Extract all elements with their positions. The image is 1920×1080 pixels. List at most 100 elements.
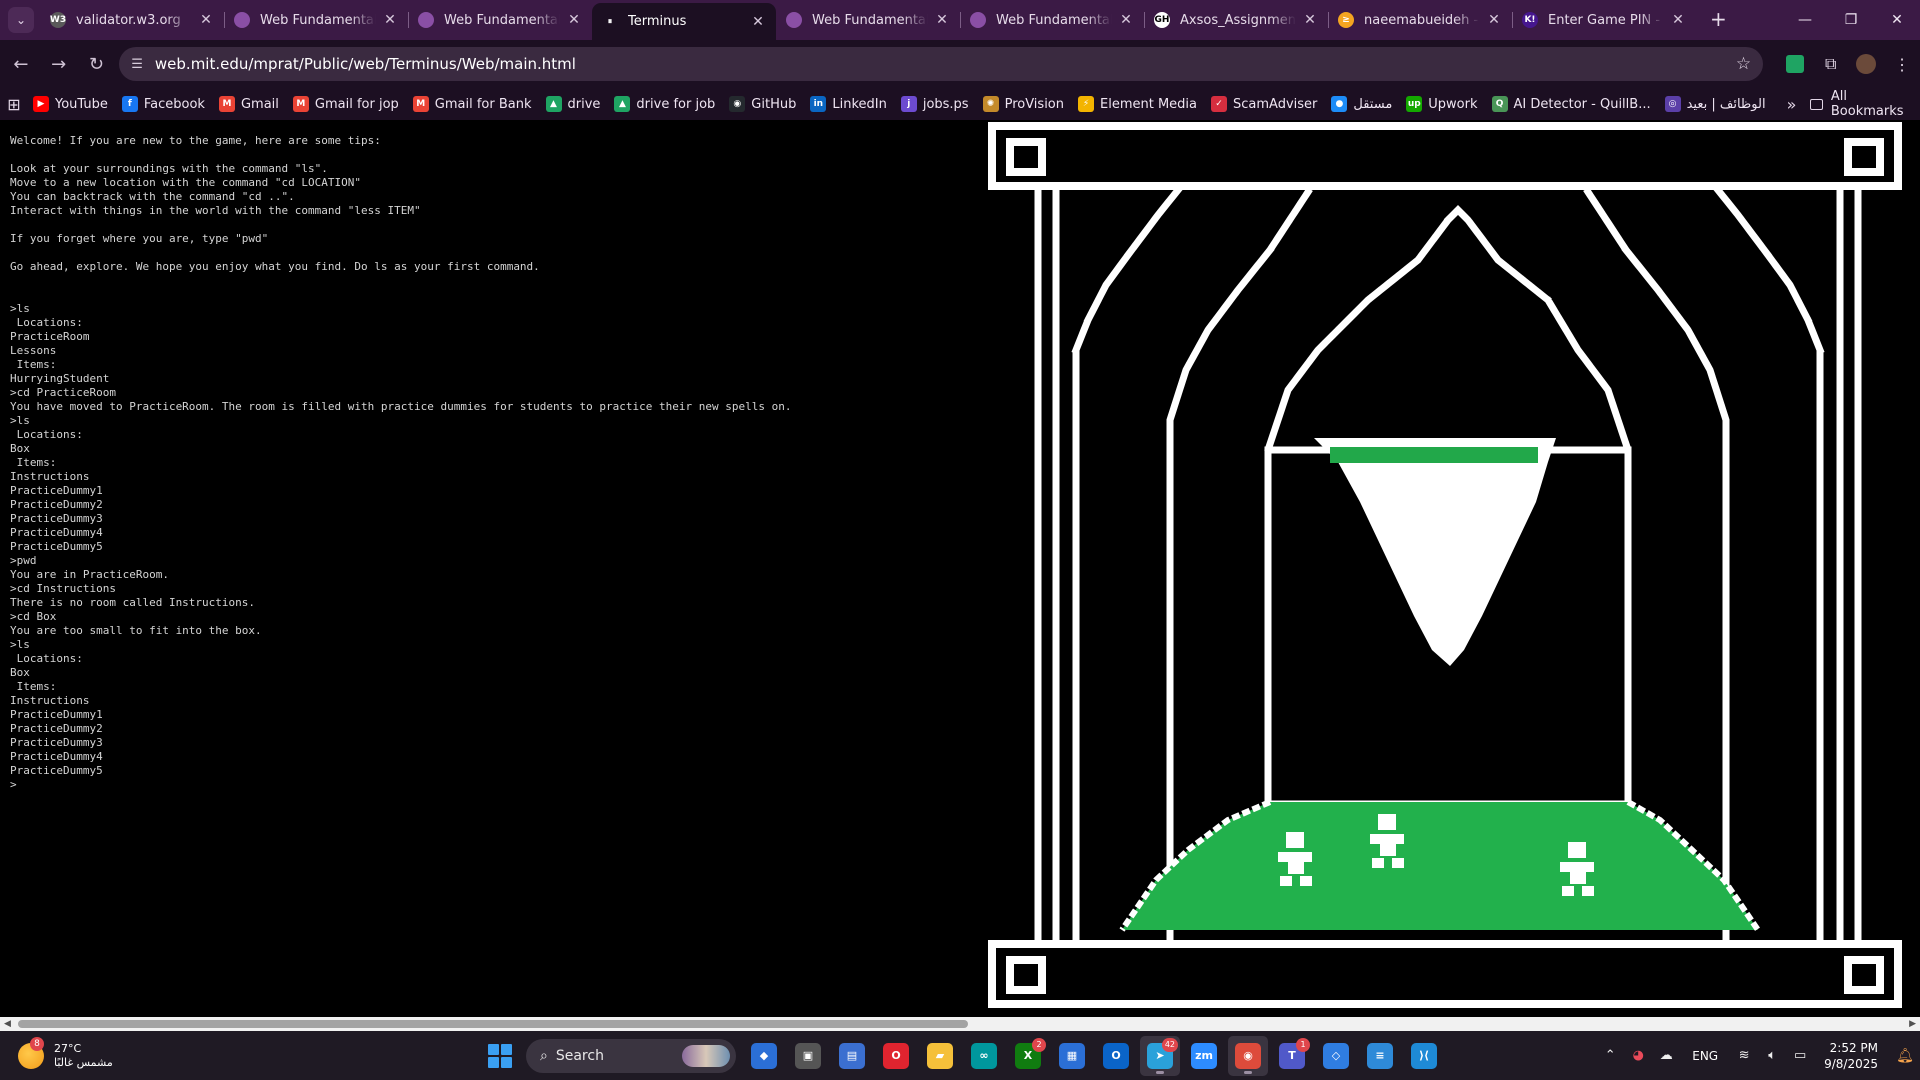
new-tab-button[interactable]: +	[1710, 7, 1727, 31]
profile-avatar[interactable]	[1849, 47, 1885, 81]
store-app-icon[interactable]: ▦	[1052, 1036, 1092, 1076]
tab-0[interactable]: W3 validator.w3.org ✕	[40, 3, 224, 37]
copilot-app-icon[interactable]: ◆	[744, 1036, 784, 1076]
apps-grid-icon[interactable]: ⊞	[2, 95, 26, 114]
tab-4[interactable]: Web Fundamentals o ✕	[776, 3, 960, 37]
minimize-button[interactable]: —	[1782, 0, 1828, 40]
tab-close-icon[interactable]: ✕	[1302, 12, 1318, 28]
bookmark-item[interactable]: up Upwork	[1399, 90, 1484, 118]
menu-kebab-icon[interactable]: ⋮	[1884, 47, 1920, 81]
zoom-app-icon[interactable]: zm	[1184, 1036, 1224, 1076]
tab-1[interactable]: Web Fundamentals o ✕	[224, 3, 408, 37]
opera-app-icon[interactable]: O	[876, 1036, 916, 1076]
tab-close-icon[interactable]: ✕	[382, 12, 398, 28]
git-app-icon[interactable]: ◇	[1316, 1036, 1356, 1076]
notification-bell-icon[interactable]: 🔔︎	[1890, 1048, 1920, 1064]
start-button[interactable]	[480, 1036, 520, 1076]
bookmark-item[interactable]: ✓ ScamAdviser	[1204, 90, 1324, 118]
scroll-left-icon[interactable]: ◀	[4, 1019, 11, 1029]
extensions-icon[interactable]: ⧉	[1813, 47, 1849, 81]
scroll-right-icon[interactable]: ▶	[1909, 1019, 1916, 1029]
restore-button[interactable]: ❐	[1828, 0, 1874, 40]
tab-close-icon[interactable]: ✕	[1670, 12, 1686, 28]
terminal-output[interactable]: Welcome! If you are new to the game, her…	[10, 134, 980, 792]
bookmark-item[interactable]: ◉ GitHub	[722, 90, 803, 118]
tab-favicon-icon	[970, 12, 986, 28]
bottom-left-corner-ornament	[1006, 956, 1046, 994]
chevron-up-icon[interactable]: ⌃	[1596, 1048, 1624, 1063]
taskbar-search[interactable]: ⌕ Search	[526, 1038, 736, 1073]
reload-button[interactable]: ↻	[80, 47, 114, 81]
terminal-line: You are too small to fit into the box.	[10, 624, 262, 637]
forward-button[interactable]: →	[42, 47, 76, 81]
tab-close-icon[interactable]: ✕	[1118, 12, 1134, 28]
app-tray-icon[interactable]: ◕	[1624, 1048, 1652, 1063]
tab-5[interactable]: Web Fundamentals o ✕	[960, 3, 1144, 37]
vscode-app-icon[interactable]: ⟩⟨	[1404, 1036, 1444, 1076]
onedrive-icon[interactable]: ☁	[1652, 1048, 1680, 1063]
tab-close-icon[interactable]: ✕	[198, 12, 214, 28]
bookmark-item[interactable]: in LinkedIn	[803, 90, 893, 118]
outlook-app-icon[interactable]: O	[1096, 1036, 1136, 1076]
volume-icon[interactable]: 🔈︎	[1758, 1048, 1786, 1063]
more-bookmarks-icon[interactable]: »	[1773, 95, 1811, 114]
bookmark-list: ▶ YouTube f Facebook M Gmail M Gmail for jop M Gm…	[26, 90, 1773, 118]
terminal-line: PracticeDummy1	[10, 708, 103, 721]
bookmark-item[interactable]: M Gmail for jop	[286, 90, 406, 118]
all-bookmarks-button[interactable]: All Bookmarks	[1810, 89, 1920, 119]
tab-close-icon[interactable]: ✕	[934, 12, 950, 28]
terminal-line: PracticeDummy2	[10, 498, 103, 511]
telegram-app-icon[interactable]: ➤ 42	[1140, 1035, 1180, 1076]
translate-extension-icon[interactable]	[1777, 47, 1813, 81]
task-view-app-icon[interactable]: ▣	[788, 1036, 828, 1076]
tab-3[interactable]: ⏸ Terminus ✕	[592, 3, 776, 40]
bookmark-item[interactable]: ▶ YouTube	[26, 90, 115, 118]
tab-close-icon[interactable]: ✕	[750, 14, 766, 30]
search-highlight-image	[682, 1044, 730, 1067]
back-button[interactable]: ←	[4, 47, 38, 81]
bookmark-item[interactable]: M Gmail for Bank	[406, 90, 539, 118]
url-text: web.mit.edu/mprat/Public/web/Terminus/We…	[154, 55, 576, 73]
file-explorer-app-icon[interactable]: ▰	[920, 1036, 960, 1076]
teams-app-icon[interactable]: T1	[1272, 1036, 1312, 1076]
tab-search-button[interactable]: ⌄	[8, 7, 34, 33]
arduino-app-icon[interactable]: ∞	[964, 1036, 1004, 1076]
terminal-line: >ls	[10, 638, 30, 651]
bookmark-item[interactable]: ● مستقل	[1324, 90, 1399, 118]
address-bar[interactable]: ☰ web.mit.edu/mprat/Public/web/Terminus/…	[119, 47, 1764, 81]
bookmark-item[interactable]: ⚡ Element Media	[1071, 90, 1204, 118]
tab-6[interactable]: GH Axsos_Assignments/V ✕	[1144, 3, 1328, 37]
bookmark-label: Gmail for Bank	[434, 96, 532, 112]
horizontal-scrollbar[interactable]: ◀ ▶	[0, 1017, 1920, 1031]
bookmark-item[interactable]: ▲ drive for job	[607, 90, 722, 118]
battery-icon[interactable]: ▭	[1786, 1048, 1814, 1063]
site-info-icon[interactable]: ☰	[131, 57, 143, 72]
tab-close-icon[interactable]: ✕	[1486, 12, 1502, 28]
tab-close-icon[interactable]: ✕	[566, 12, 582, 28]
tab-8[interactable]: K! Enter Game PIN - Ka ✕	[1512, 3, 1696, 37]
tab-2[interactable]: Web Fundamentals o ✕	[408, 3, 592, 37]
bookmark-item[interactable]: ◎ الوظائف | بعيد	[1658, 90, 1773, 118]
bookmark-star-icon[interactable]: ☆	[1736, 54, 1751, 74]
wifi-icon[interactable]: ≋	[1730, 1048, 1758, 1063]
bookmark-label: jobs.ps	[922, 96, 969, 112]
bookmark-item[interactable]: Q AI Detector - QuillB...	[1485, 90, 1658, 118]
bookmark-item[interactable]: ▲ drive	[539, 90, 608, 118]
notepad-app-icon[interactable]: ≡	[1360, 1036, 1400, 1076]
language-indicator[interactable]: ENG	[1692, 1049, 1718, 1063]
xbox-app-icon[interactable]: X2	[1008, 1036, 1048, 1076]
bookmark-item[interactable]: ✺ ProVision	[976, 90, 1071, 118]
bookmark-item[interactable]: M Gmail	[212, 90, 286, 118]
bookmark-item[interactable]: j jobs.ps	[894, 90, 976, 118]
file-explorer-icon: ▰	[927, 1042, 953, 1069]
notes-app-icon[interactable]: ▤	[832, 1036, 872, 1076]
tab-7[interactable]: ≥ naeemabueideh - Le ✕	[1328, 3, 1512, 37]
tab-favicon-icon: GH	[1154, 12, 1170, 28]
bookmark-item[interactable]: f Facebook	[115, 90, 212, 118]
chrome-app-icon[interactable]: ◉	[1228, 1035, 1268, 1076]
weather-widget[interactable]: 8 27°C مشمس غالبًا	[18, 1036, 218, 1070]
close-window-button[interactable]: ✕	[1874, 0, 1920, 40]
scrollbar-thumb[interactable]	[18, 1020, 968, 1028]
clock[interactable]: 2:52 PM 9/8/2025	[1824, 1040, 1878, 1072]
